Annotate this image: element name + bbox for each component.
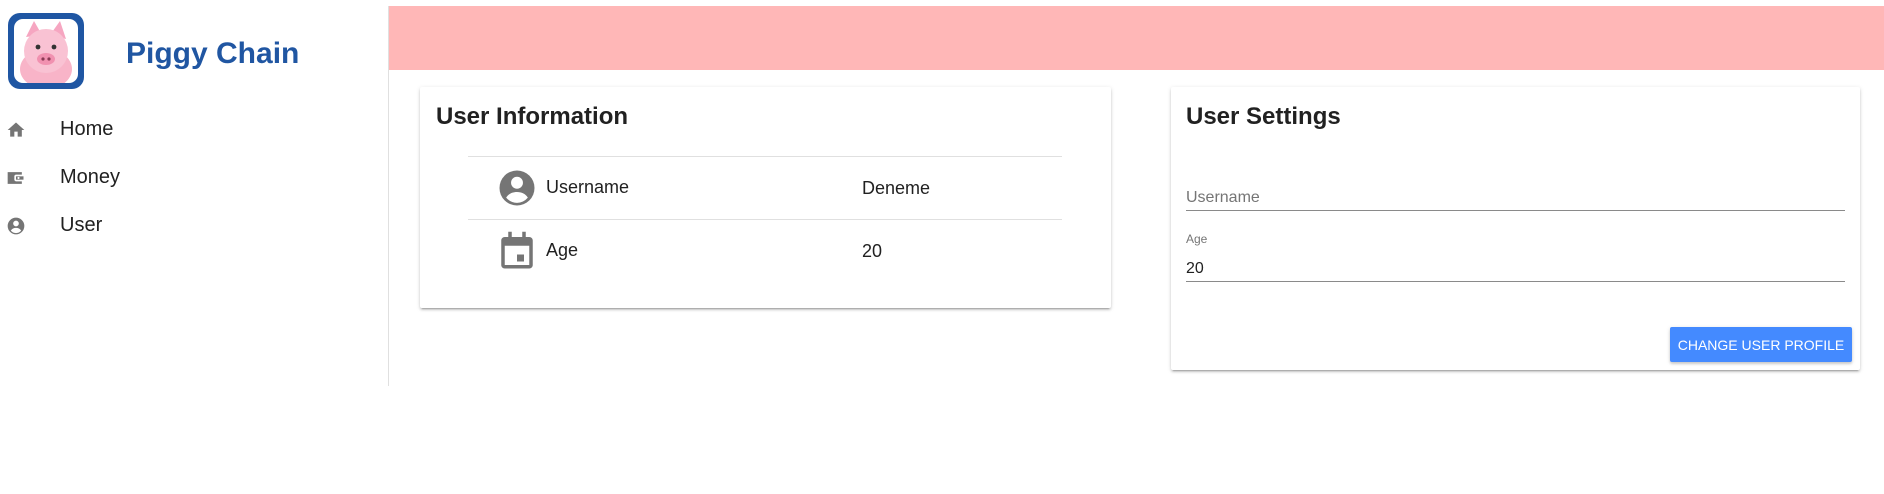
calendar-icon (496, 230, 538, 272)
sidebar: Piggy Chain Home Money User (0, 6, 389, 386)
card-title: User Settings (1186, 103, 1341, 130)
change-user-profile-button[interactable]: CHANGE USER PROFILE (1670, 327, 1852, 362)
row-value: Deneme (862, 178, 931, 198)
home-icon (6, 120, 26, 140)
field-underline (1186, 281, 1845, 282)
age-field: Age (1186, 232, 1845, 282)
sidebar-nav: Home Money User (0, 106, 388, 250)
username-field (1186, 177, 1845, 211)
wallet-icon (6, 168, 26, 188)
sidebar-item-home[interactable]: Home (0, 106, 388, 154)
row-value: 20 (862, 241, 883, 261)
account-circle-icon (496, 167, 538, 209)
table-row: Age 20 (468, 219, 1062, 282)
card-title: User Information (436, 103, 629, 130)
field-underline (1186, 210, 1845, 211)
sidebar-item-money[interactable]: Money (0, 154, 388, 202)
top-app-bar (389, 6, 1884, 70)
row-key: Username (546, 177, 630, 197)
row-key: Age (546, 240, 579, 260)
piggy-logo-icon (8, 13, 84, 89)
table-row: Username Deneme (468, 156, 1062, 219)
sidebar-item-label: User (60, 214, 103, 236)
sidebar-item-user[interactable]: User (0, 202, 388, 250)
user-info-table: Username Deneme Age 20 (468, 156, 1062, 282)
app-title: Piggy Chain (126, 37, 300, 70)
sidebar-item-label: Money (60, 166, 121, 188)
user-settings-card: User Settings Age CHANGE USER PROFILE (1171, 87, 1860, 370)
brand[interactable]: Piggy Chain (8, 13, 388, 89)
username-input[interactable] (1186, 189, 1845, 207)
account-circle-icon (6, 216, 26, 236)
age-label: Age (1186, 232, 1208, 246)
user-information-card: User Information Username Deneme Age 20 (420, 87, 1111, 308)
sidebar-item-label: Home (60, 118, 114, 140)
age-input[interactable] (1186, 260, 1845, 278)
app-root: Piggy Chain Home Money User User Informa… (0, 0, 1884, 494)
